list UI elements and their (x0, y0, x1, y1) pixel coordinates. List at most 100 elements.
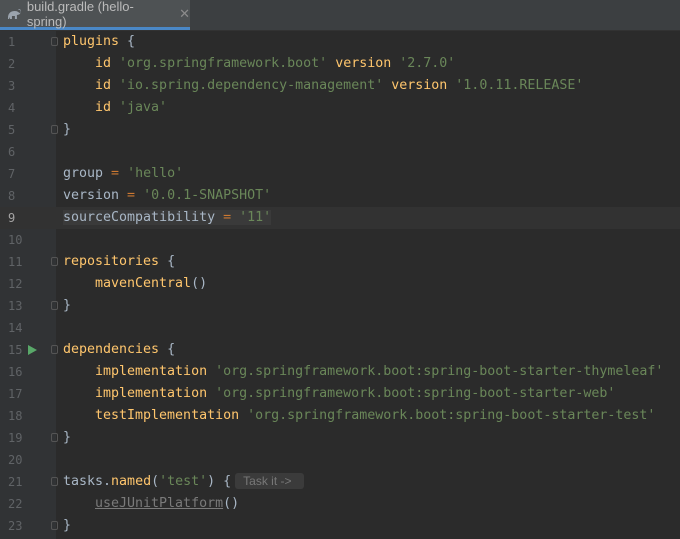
line-number: 14 (8, 321, 23, 335)
code-token: 'org.springframework.boot:spring-boot-st… (215, 386, 616, 401)
code-token: { (159, 254, 176, 269)
code-line: 23 } (0, 515, 680, 537)
fold-icon[interactable] (51, 521, 58, 530)
code-token: '1.0.11.RELEASE' (455, 78, 584, 93)
code-line: 22 useJUnitPlatform() (0, 493, 680, 515)
code-token: sourceCompatibility (63, 210, 216, 225)
code-token: { (119, 34, 136, 49)
code-token: 'org.springframework.boot:spring-boot-st… (215, 364, 664, 379)
run-icon[interactable] (28, 345, 37, 355)
code-token: 'org.springframework.boot:spring-boot-st… (247, 408, 656, 423)
code-token: () (223, 496, 240, 511)
code-token: group (63, 166, 104, 181)
code-token: 'hello' (127, 166, 184, 181)
code-line: 21 tasks.named('test') {Task it -> (0, 471, 680, 493)
code-token: id (95, 78, 112, 93)
code-editor[interactable]: 1 plugins { 2 id 'org.springframework.bo… (0, 31, 680, 539)
fold-icon[interactable] (51, 125, 58, 134)
gradle-icon (7, 8, 21, 19)
fold-icon[interactable] (51, 477, 58, 486)
code-token: . (103, 474, 112, 489)
code-token: = (103, 166, 128, 181)
code-token: plugins (63, 34, 120, 49)
code-line: 17 implementation 'org.springframework.b… (0, 383, 680, 405)
fold-icon[interactable] (51, 301, 58, 310)
code-token: id (95, 56, 112, 71)
line-number: 18 (8, 409, 23, 423)
line-number: 13 (8, 299, 23, 313)
code-token: dependencies (63, 342, 160, 357)
fold-icon[interactable] (51, 345, 58, 354)
code-line: 3 id 'io.spring.dependency-management' v… (0, 75, 680, 97)
tab-title: build.gradle (hello-spring) (26, 0, 134, 29)
code-token: 'org.springframework.boot' (119, 56, 328, 71)
line-number: 20 (8, 453, 23, 467)
code-line: 1 plugins { (0, 31, 680, 53)
code-token: = (119, 188, 144, 203)
code-token: '2.7.0' (399, 56, 456, 71)
line-number: 12 (8, 277, 23, 291)
inlay-hint: Task it -> (235, 473, 304, 489)
line-number: 7 (8, 167, 16, 181)
code-token: implementation (95, 386, 208, 401)
fold-icon[interactable] (51, 433, 58, 442)
code-line-current: 9 sourceCompatibility = '11' (0, 207, 680, 229)
code-line: 12 mavenCentral() (0, 273, 680, 295)
code-token: } (63, 122, 72, 137)
code-token: named (111, 474, 152, 489)
line-number: 1 (8, 35, 16, 49)
code-token: '0.0.1-SNAPSHOT' (143, 188, 272, 203)
line-number: 8 (8, 189, 16, 203)
line-number: 21 (8, 475, 23, 489)
code-token: ) (207, 474, 216, 489)
code-token: '11' (239, 210, 272, 225)
code-token: } (63, 430, 72, 445)
line-number: 3 (8, 79, 16, 93)
code-line: 8 version = '0.0.1-SNAPSHOT' (0, 185, 680, 207)
code-token: tasks (63, 474, 104, 489)
close-icon[interactable]: ✕ (179, 6, 190, 22)
code-token: id (95, 100, 112, 115)
code-line: 14 (0, 317, 680, 339)
fold-icon[interactable] (51, 257, 58, 266)
code-token: implementation (95, 364, 208, 379)
code-token: () (191, 276, 208, 291)
line-number: 17 (8, 387, 23, 401)
code-token: repositories (63, 254, 160, 269)
line-number: 19 (8, 431, 23, 445)
code-line: 6 (0, 141, 680, 163)
fold-icon[interactable] (51, 37, 58, 46)
code-token: 'io.spring.dependency-management' (119, 78, 384, 93)
code-token: testImplementation (95, 408, 240, 423)
code-token: { (159, 342, 176, 357)
code-line: 15 dependencies { (0, 339, 680, 361)
line-number: 2 (8, 57, 16, 71)
code-token: ( (151, 474, 160, 489)
code-line: 16 implementation 'org.springframework.b… (0, 361, 680, 383)
code-line: 18 testImplementation 'org.springframewo… (0, 405, 680, 427)
line-number: 6 (8, 145, 16, 159)
code-token: useJUnitPlatform (95, 496, 224, 511)
line-number: 10 (8, 233, 23, 247)
code-token: version (391, 78, 448, 93)
code-line: 2 id 'org.springframework.boot' version … (0, 53, 680, 75)
line-number: 11 (8, 255, 23, 269)
line-number: 4 (8, 101, 16, 115)
code-token: version (335, 56, 392, 71)
editor-tab-bar: build.gradle (hello-spring) ✕ (0, 0, 680, 31)
code-line: 13 } (0, 295, 680, 317)
code-line: 11 repositories { (0, 251, 680, 273)
line-number: 22 (8, 497, 23, 511)
code-token: mavenCentral (95, 276, 192, 291)
code-line: 7 group = 'hello' (0, 163, 680, 185)
code-token: { (215, 474, 232, 489)
tab-build-gradle[interactable]: build.gradle (hello-spring) ✕ (0, 0, 190, 30)
code-line: 19 } (0, 427, 680, 449)
code-line: 4 id 'java' (0, 97, 680, 119)
code-token: = (215, 210, 240, 225)
code-token: 'java' (119, 100, 168, 115)
line-number: 16 (8, 365, 23, 379)
code-token: } (63, 298, 72, 313)
line-number: 5 (8, 123, 16, 137)
code-line: 5 } (0, 119, 680, 141)
